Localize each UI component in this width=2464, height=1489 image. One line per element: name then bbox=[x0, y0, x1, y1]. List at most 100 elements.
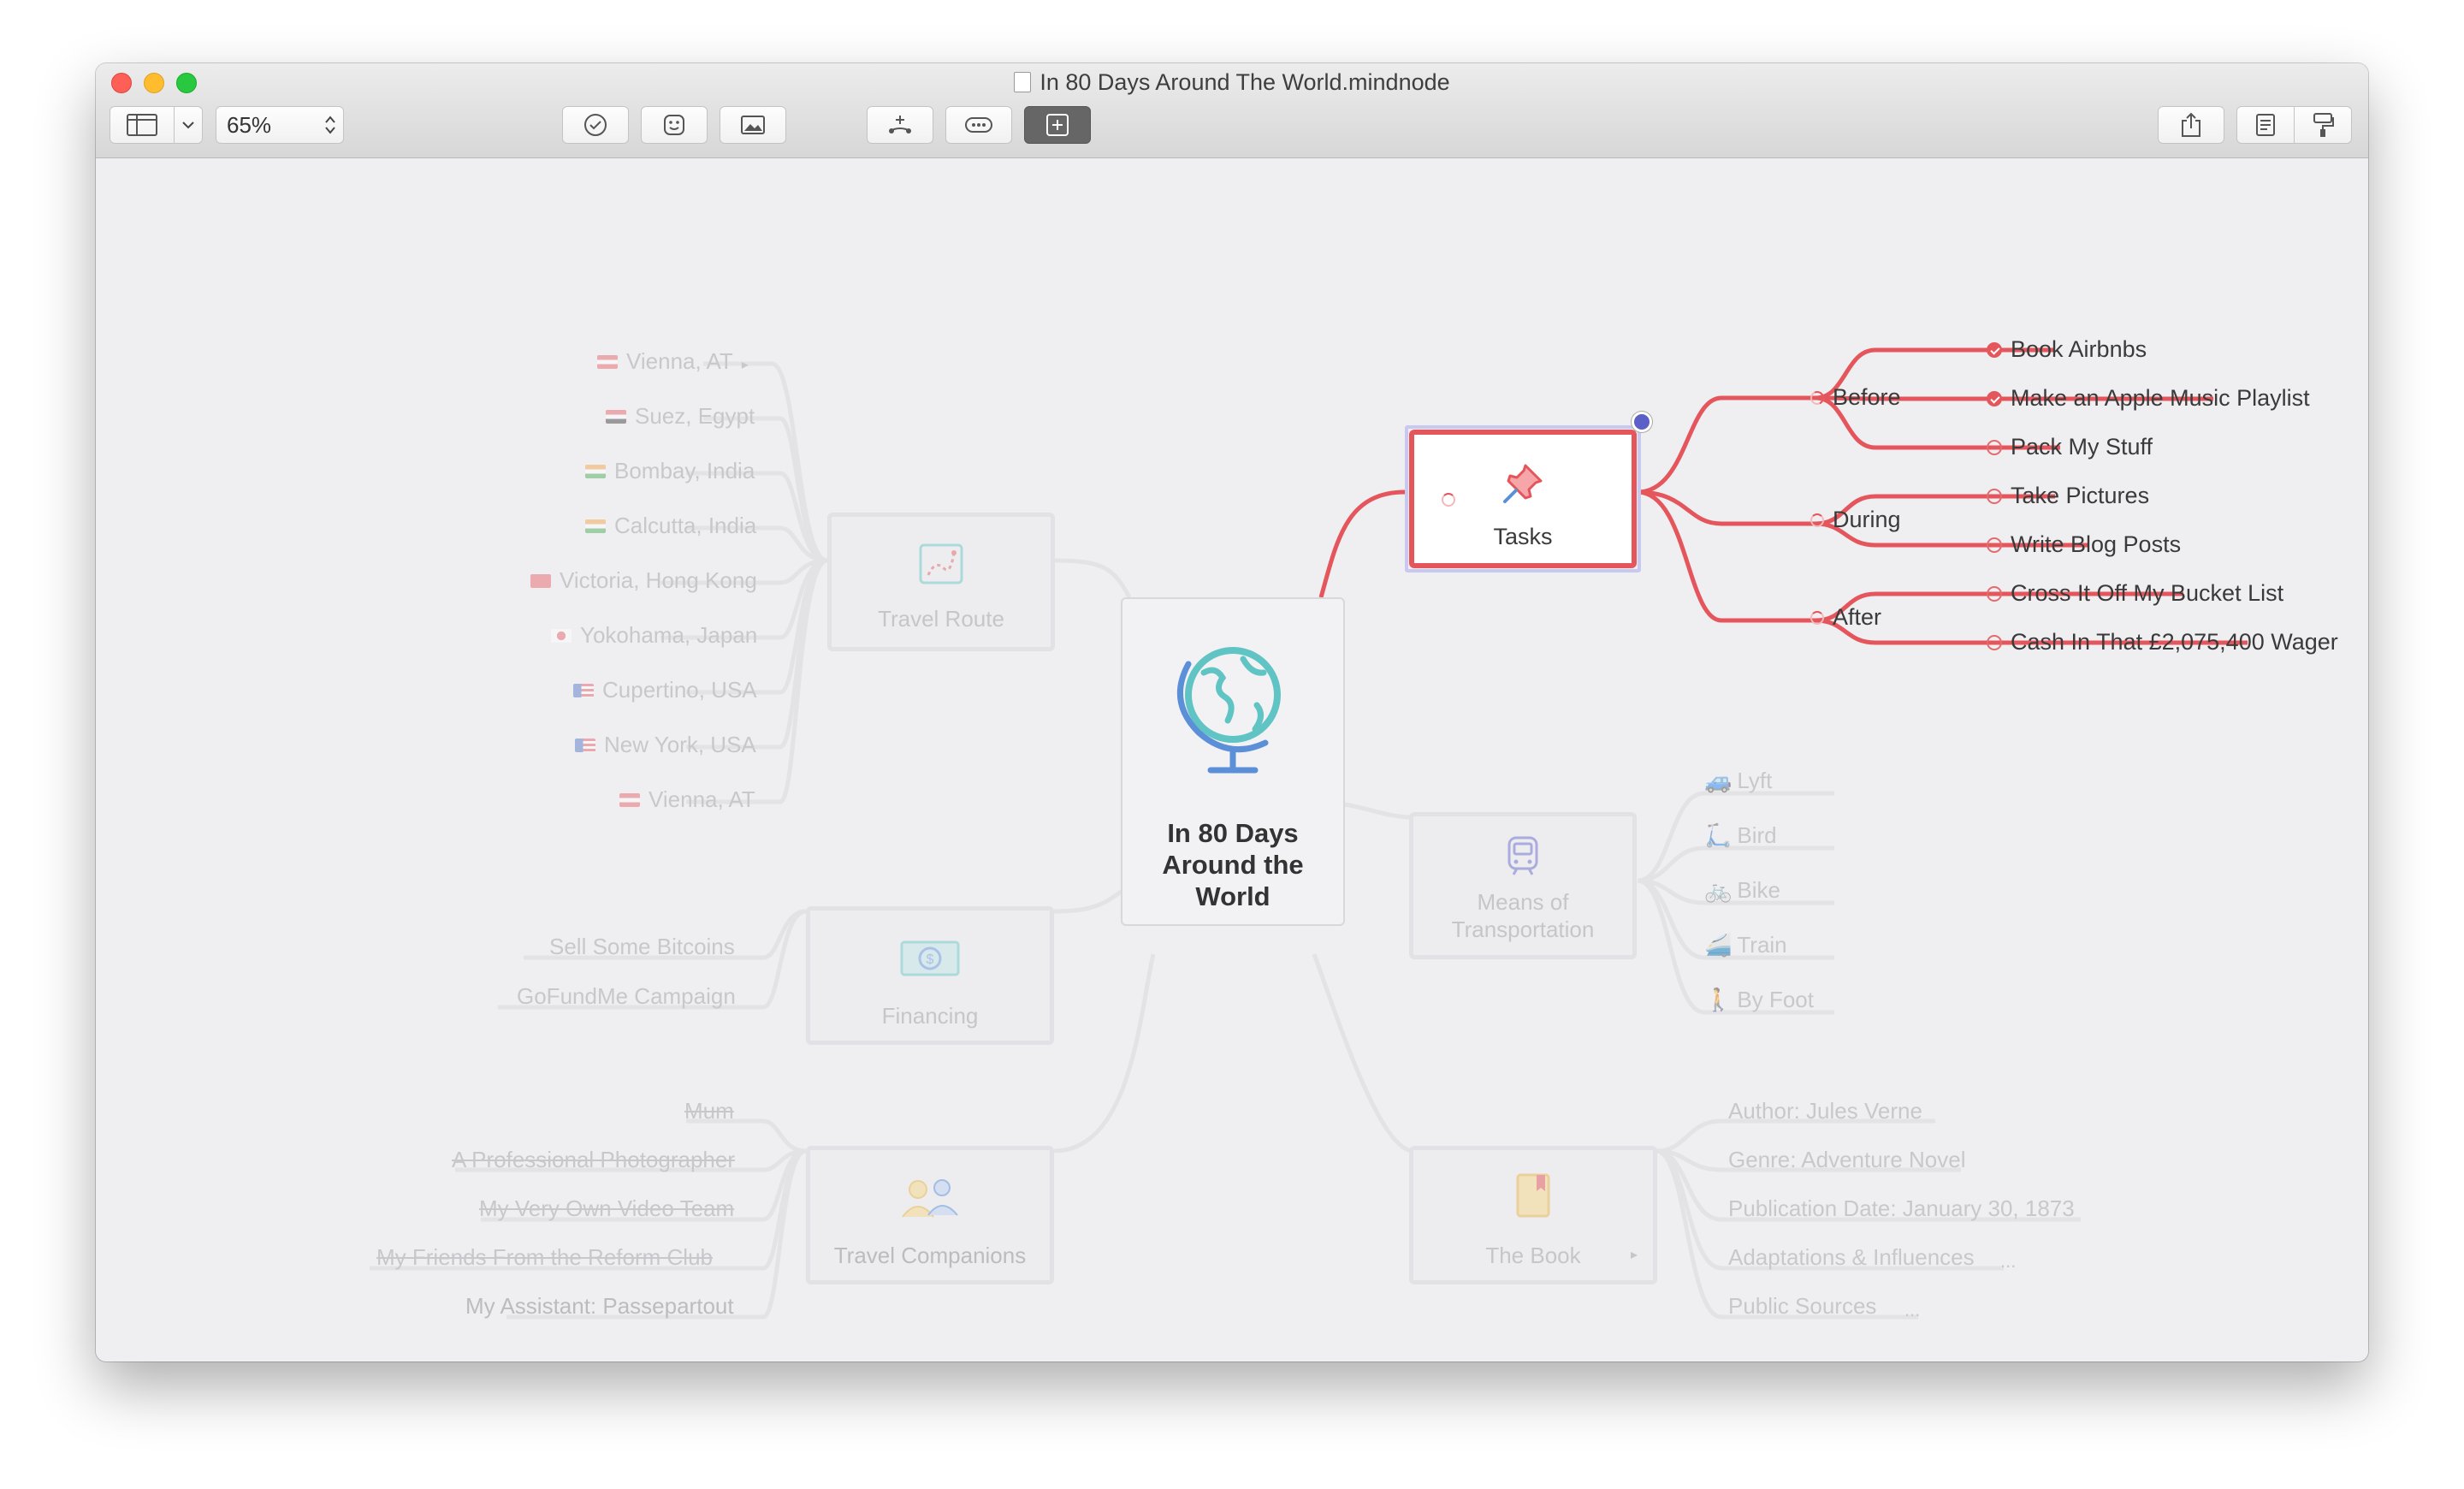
transport-label: By Foot bbox=[1737, 987, 1814, 1012]
walking-icon: 🚶 bbox=[1704, 987, 1732, 1012]
flag-usa-icon bbox=[575, 739, 595, 752]
route-item[interactable]: Calcutta, India bbox=[585, 513, 756, 539]
document-icon bbox=[1014, 72, 1032, 92]
book-item[interactable]: Genre: Adventure Novel bbox=[1728, 1147, 1966, 1173]
task-group-before[interactable]: Before bbox=[1810, 384, 1901, 411]
add-child-button[interactable] bbox=[867, 106, 933, 144]
transport-item[interactable]: 🚲 Bike bbox=[1704, 877, 1780, 904]
unchecked-checkbox-icon[interactable] bbox=[1987, 537, 2002, 553]
progress-icon bbox=[1810, 513, 1824, 527]
selection-handle[interactable] bbox=[1632, 412, 1652, 432]
companion-item[interactable]: Mum bbox=[684, 1098, 734, 1124]
transport-item[interactable]: 🚄 Train bbox=[1704, 932, 1787, 958]
book-item[interactable]: Adaptations & Influences bbox=[1728, 1244, 1975, 1271]
add-task-button[interactable] bbox=[562, 106, 629, 144]
route-item[interactable]: Vienna, AT ▸ bbox=[597, 348, 749, 375]
flag-austria-icon bbox=[597, 355, 618, 369]
route-label: Bombay, India bbox=[614, 458, 755, 483]
task-item-label: Cash In That £2,075,400 Wager bbox=[2011, 629, 2338, 655]
money-icon: $ bbox=[900, 940, 960, 976]
more-button[interactable] bbox=[945, 106, 1012, 144]
checked-checkbox-icon[interactable] bbox=[1987, 342, 2002, 358]
pushpin-icon bbox=[1503, 464, 1543, 503]
task-item[interactable]: Cash In That £2,075,400 Wager bbox=[1987, 629, 2338, 656]
task-item[interactable]: Make an Apple Music Playlist bbox=[1987, 385, 2310, 412]
scooter-icon: 🛴 bbox=[1704, 822, 1732, 848]
route-item[interactable]: New York, USA bbox=[575, 732, 756, 758]
unchecked-checkbox-icon[interactable] bbox=[1987, 440, 2002, 455]
flag-india-icon bbox=[585, 465, 606, 478]
route-item[interactable]: Vienna, AT bbox=[619, 786, 755, 813]
transport-label: Bike bbox=[1737, 877, 1780, 903]
task-item[interactable]: Write Blog Posts bbox=[1987, 531, 2181, 558]
share-button[interactable] bbox=[2158, 106, 2224, 144]
task-item[interactable]: Book Airbnbs bbox=[1987, 336, 2147, 363]
tasks-title: Tasks bbox=[1493, 524, 1553, 549]
sidebar-menu-button[interactable] bbox=[174, 106, 203, 144]
task-group-after[interactable]: After bbox=[1810, 604, 1881, 631]
companion-item[interactable]: A Professional Photographer bbox=[452, 1147, 735, 1173]
format-icon bbox=[2313, 113, 2334, 137]
travel-companions-node[interactable]: Travel Companions bbox=[806, 1146, 1054, 1284]
collapsed-indicator[interactable]: ... bbox=[2000, 1250, 2016, 1272]
titlebar: In 80 Days Around The World.mindnode 65% bbox=[96, 63, 2368, 158]
node-title: Travel Route bbox=[878, 606, 1004, 632]
route-item[interactable]: Bombay, India bbox=[585, 458, 755, 484]
central-node[interactable]: In 80 Days Around the World bbox=[1121, 597, 1345, 926]
route-item[interactable]: Suez, Egypt bbox=[606, 403, 755, 430]
node-title: Travel Companions bbox=[833, 1243, 1027, 1268]
progress-icon bbox=[1810, 611, 1824, 625]
mindmap-canvas[interactable]: In 80 Days Around the World Tasks Before… bbox=[96, 158, 2368, 1361]
route-label: Yokohama, Japan bbox=[580, 622, 758, 648]
checkmark-icon bbox=[584, 114, 607, 136]
book-item[interactable]: Public Sources bbox=[1728, 1293, 1876, 1320]
unchecked-checkbox-icon[interactable] bbox=[1987, 635, 2002, 650]
zoom-select[interactable]: 65% bbox=[216, 106, 344, 144]
book-node[interactable]: The Book ▸ bbox=[1409, 1146, 1657, 1284]
transport-item[interactable]: 🛴 Bird bbox=[1704, 822, 1777, 849]
unchecked-checkbox-icon[interactable] bbox=[1987, 489, 2002, 504]
focus-button[interactable] bbox=[1024, 106, 1091, 144]
note-indicator-icon[interactable]: ▸ bbox=[1631, 1246, 1638, 1263]
add-image-button[interactable] bbox=[720, 106, 786, 144]
book-item[interactable]: Publication Date: January 30, 1873 bbox=[1728, 1195, 2075, 1222]
task-item-label: Book Airbnbs bbox=[2011, 336, 2147, 362]
task-group-during[interactable]: During bbox=[1810, 507, 1901, 533]
travel-route-node[interactable]: Travel Route bbox=[827, 513, 1055, 651]
notes-button[interactable] bbox=[2236, 106, 2295, 144]
train-icon bbox=[1507, 836, 1538, 875]
flag-hong-kong-icon bbox=[530, 574, 551, 588]
add-sticker-button[interactable] bbox=[641, 106, 708, 144]
transport-item[interactable]: 🚶 By Foot bbox=[1704, 987, 1814, 1013]
transportation-node[interactable]: Means of Transportation bbox=[1409, 812, 1637, 959]
map-route-icon bbox=[919, 543, 963, 584]
companion-item[interactable]: My Very Own Video Team bbox=[479, 1195, 734, 1222]
tasks-progress-icon bbox=[1442, 493, 1455, 507]
financing-node[interactable]: $ Financing bbox=[806, 906, 1054, 1045]
book-item[interactable]: Author: Jules Verne bbox=[1728, 1098, 1922, 1124]
transport-item[interactable]: 🚙 Lyft bbox=[1704, 768, 1772, 794]
task-item[interactable]: Pack My Stuff bbox=[1987, 434, 2153, 460]
add-child-icon bbox=[889, 116, 911, 133]
task-item-label: Take Pictures bbox=[2011, 483, 2150, 508]
node-title: The Book bbox=[1485, 1243, 1581, 1268]
format-button[interactable] bbox=[2294, 106, 2352, 144]
route-item[interactable]: Cupertino, USA bbox=[573, 677, 757, 703]
task-item[interactable]: Cross It Off My Bucket List bbox=[1987, 580, 2283, 607]
unchecked-checkbox-icon[interactable] bbox=[1987, 586, 2002, 602]
task-item[interactable]: Take Pictures bbox=[1987, 483, 2149, 509]
financing-item[interactable]: GoFundMe Campaign bbox=[517, 983, 736, 1010]
sidebar-toggle-button[interactable] bbox=[110, 106, 175, 144]
transport-label: Train bbox=[1737, 932, 1787, 958]
share-icon bbox=[2182, 112, 2200, 137]
tasks-node[interactable]: Tasks bbox=[1409, 430, 1637, 568]
collapsed-indicator[interactable]: ... bbox=[1904, 1299, 1920, 1321]
route-label: New York, USA bbox=[604, 732, 756, 757]
route-item[interactable]: Victoria, Hong Kong bbox=[530, 567, 757, 594]
companion-item[interactable]: My Assistant: Passepartout bbox=[465, 1293, 734, 1320]
checked-checkbox-icon[interactable] bbox=[1987, 391, 2002, 406]
companion-item[interactable]: My Friends From the Reform Club bbox=[376, 1244, 713, 1271]
route-item[interactable]: Yokohama, Japan bbox=[551, 622, 757, 649]
financing-item[interactable]: Sell Some Bitcoins bbox=[549, 934, 735, 960]
task-item-label: Write Blog Posts bbox=[2011, 531, 2182, 557]
